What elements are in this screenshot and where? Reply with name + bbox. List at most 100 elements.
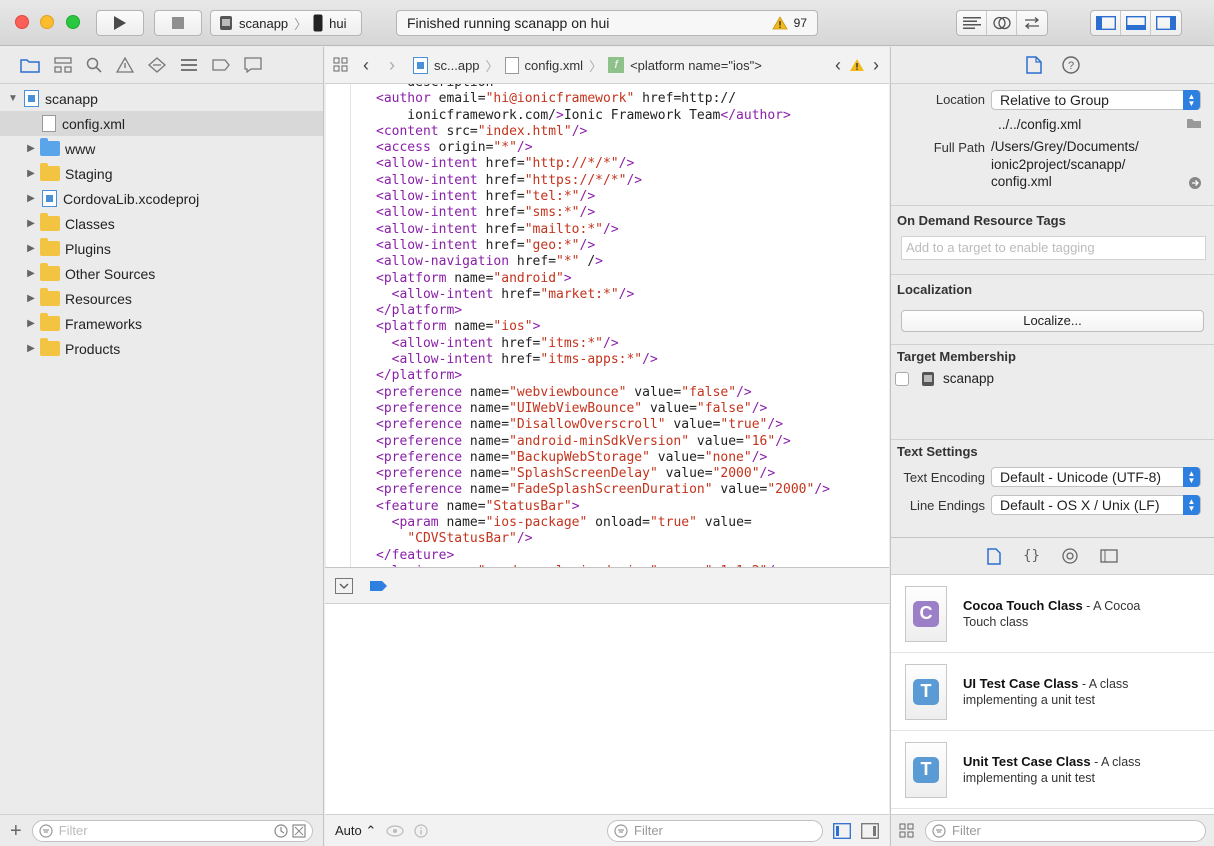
breakpoints-toggle-icon[interactable]: [369, 580, 389, 592]
toggle-utilities-button[interactable]: [1151, 11, 1181, 35]
debug-gauge-icon[interactable]: [180, 58, 198, 72]
location-label: Location: [935, 92, 985, 107]
issue-warning-icon[interactable]: [116, 57, 134, 73]
disclosure-collapsed-icon[interactable]: ▶: [24, 168, 38, 179]
tree-item-resources[interactable]: ▶ Resources: [0, 286, 323, 311]
disclosure-collapsed-icon[interactable]: ▶: [24, 293, 38, 304]
disclosure-collapsed-icon[interactable]: ▶: [24, 243, 38, 254]
disclosure-collapsed-icon[interactable]: ▶: [24, 343, 38, 354]
back-arrow-icon[interactable]: ‹: [363, 55, 369, 76]
disclosure-expanded-icon[interactable]: ▼: [6, 93, 20, 104]
warning-indicator[interactable]: 97: [771, 16, 807, 30]
tree-item-staging[interactable]: ▶ Staging: [0, 161, 323, 186]
forward-arrow-icon[interactable]: ›: [389, 55, 395, 76]
code-snippet-icon[interactable]: {}: [1023, 548, 1040, 564]
code-line: <allow-intent href="tel:*"/>: [376, 189, 596, 205]
test-template-icon: T: [905, 663, 947, 720]
tree-item-frameworks[interactable]: ▶ Frameworks: [0, 311, 323, 336]
code-line: <allow-intent href="mailto:*"/>: [376, 221, 619, 237]
split-right-pane-icon[interactable]: [861, 822, 879, 839]
test-diamond-icon[interactable]: [148, 57, 166, 73]
folder-icon: [40, 238, 60, 256]
report-icon[interactable]: [244, 57, 262, 73]
breadcrumb-element[interactable]: f <platform name="ios">: [608, 57, 762, 73]
version-editor-button[interactable]: [1017, 11, 1047, 35]
code-line: <preference name="android-minSdkVersion"…: [376, 433, 791, 449]
right-panel-icon: [1156, 16, 1176, 30]
eye-icon[interactable]: [386, 824, 404, 837]
quick-help-icon[interactable]: ?: [1061, 56, 1080, 74]
library-item-cocoa-touch-class[interactable]: C Cocoa Touch Class - A Cocoa Touch clas…: [891, 575, 1214, 653]
object-library-icon[interactable]: [1062, 548, 1078, 564]
localize-button[interactable]: Localize...: [901, 309, 1204, 332]
disclosure-collapsed-icon[interactable]: ▶: [24, 193, 38, 204]
reveal-folder-icon[interactable]: [1186, 117, 1202, 129]
media-library-icon[interactable]: [1100, 549, 1118, 563]
warning-icon[interactable]: [849, 58, 865, 72]
code-text-area[interactable]: description<author email="hi@ionicframew…: [325, 84, 889, 567]
library-filter-field[interactable]: Filter: [925, 819, 1206, 842]
tree-item-cordovalib[interactable]: ▶ CordovaLib.xcodeproj: [0, 186, 323, 211]
bottom-panel-icon: [1125, 16, 1146, 30]
zoom-window-button[interactable]: [66, 15, 80, 29]
file-template-icon[interactable]: [987, 547, 1001, 565]
console-scope-select[interactable]: Auto ⌃: [335, 823, 376, 839]
search-icon[interactable]: [86, 57, 102, 73]
standard-editor-button[interactable]: [957, 11, 987, 35]
tree-item-label: CordovaLib.xcodeproj: [63, 190, 200, 207]
scm-filter-icon[interactable]: [292, 823, 306, 838]
tree-item-plugins[interactable]: ▶ Plugins: [0, 236, 323, 261]
disclosure-collapsed-icon[interactable]: ▶: [24, 143, 38, 154]
tree-item-products[interactable]: ▶ Products: [0, 336, 323, 361]
target-checkbox[interactable]: [895, 371, 909, 386]
tree-item-classes[interactable]: ▶ Classes: [0, 211, 323, 236]
tree-item-other-sources[interactable]: ▶ Other Sources: [0, 261, 323, 286]
encoding-popup[interactable]: Default - Unicode (UTF-8) ▲ ▼: [991, 466, 1201, 487]
line-endings-popup[interactable]: Default - OS X / Unix (LF) ▲ ▼: [991, 494, 1201, 515]
info-icon[interactable]: [414, 823, 428, 838]
scheme-selector[interactable]: scanapp 〉 hui: [210, 10, 362, 36]
console-area[interactable]: [325, 604, 889, 814]
toggle-navigator-button[interactable]: [1091, 11, 1121, 35]
disclosure-collapsed-icon[interactable]: ▶: [24, 218, 38, 229]
disclosure-collapsed-icon[interactable]: ▶: [24, 318, 38, 329]
play-icon: [114, 16, 126, 30]
project-icon: [24, 90, 39, 107]
tree-item-www[interactable]: ▶ www: [0, 136, 323, 161]
tree-item-config-xml[interactable]: config.xml: [0, 111, 323, 136]
add-icon[interactable]: +: [10, 821, 22, 841]
grid-view-icon[interactable]: [899, 823, 915, 839]
breadcrumb-file[interactable]: config.xml: [504, 56, 583, 74]
file-inspector-icon[interactable]: [1025, 56, 1042, 74]
target-membership-title: Target Membership: [897, 348, 1016, 364]
folder-icon[interactable]: [20, 57, 40, 73]
related-items-grid-icon[interactable]: [333, 57, 349, 73]
tree-item-scanapp[interactable]: ▼ scanapp: [0, 86, 323, 111]
reveal-arrow-icon[interactable]: [1188, 176, 1202, 190]
hide-debug-area-icon[interactable]: [335, 577, 353, 594]
code-line: <platform name="ios">: [376, 319, 541, 335]
disclosure-collapsed-icon[interactable]: ▶: [24, 268, 38, 279]
recent-clock-icon[interactable]: [274, 823, 288, 838]
toggle-debug-area-button[interactable]: [1121, 11, 1151, 35]
run-button[interactable]: [96, 10, 144, 36]
split-left-pane-icon[interactable]: [833, 822, 851, 839]
navigator-filter-field[interactable]: Filter: [31, 819, 313, 842]
template-letter: C: [913, 600, 939, 627]
code-line: <preference name="DisallowOverscroll" va…: [376, 417, 784, 433]
stop-button[interactable]: [154, 10, 202, 36]
hierarchy-icon[interactable]: [54, 57, 72, 73]
minimize-window-button[interactable]: [40, 15, 54, 29]
breadcrumb-project[interactable]: sc...app: [413, 56, 480, 74]
close-window-button[interactable]: [15, 15, 29, 29]
code-line: <author email="hi@ionicframework" href=h…: [376, 91, 737, 107]
console-filter-field[interactable]: Filter: [607, 819, 823, 842]
breakpoint-icon[interactable]: [212, 59, 230, 71]
assistant-editor-button[interactable]: [987, 11, 1017, 35]
location-popup[interactable]: Relative to Group ▲ ▼: [991, 90, 1201, 110]
code-line: <allow-intent href="itms:*"/>: [391, 335, 619, 351]
previous-issue-icon[interactable]: ‹: [835, 55, 841, 76]
next-issue-icon[interactable]: ›: [873, 55, 879, 76]
library-item-ui-test-case-class[interactable]: T UI Test Case Class - A class implement…: [891, 653, 1214, 731]
library-item-unit-test-case-class[interactable]: T Unit Test Case Class - A class impleme…: [891, 731, 1214, 809]
